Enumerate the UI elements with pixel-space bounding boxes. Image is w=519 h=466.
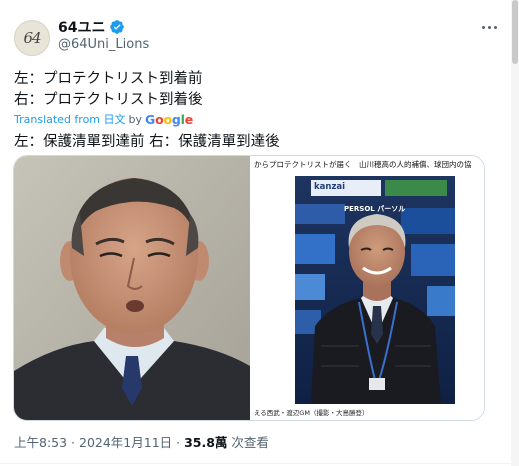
tweet-footer: 上午8:53 · 2024年1月11日 · 35.8萬 次查看 (14, 432, 269, 451)
google-logo: Google (145, 112, 193, 127)
separator: · (172, 435, 185, 450)
display-name[interactable]: 64ユニ (58, 17, 105, 37)
tweet-text-line-1: 左：プロテクトリスト到着前 (14, 71, 203, 87)
avatar[interactable]: 64 (14, 20, 50, 56)
google-letter: o (163, 111, 172, 127)
scrollbar[interactable] (511, 0, 519, 466)
tweet-time[interactable]: 上午8:53 (14, 435, 67, 450)
verified-badge-icon (110, 19, 125, 34)
tweet-header: 64ユニ @64Uni_Lions (58, 17, 149, 53)
translation-attribution: Translated from 日文 by Google (14, 111, 193, 127)
google-letter: G (145, 111, 156, 127)
photo-right[interactable] (251, 156, 485, 421)
more-options-icon[interactable] (482, 20, 504, 34)
views-label: 次查看 (227, 435, 269, 450)
translated-from-link[interactable]: Translated from 日文 (14, 111, 126, 127)
right-photo-credit: える西武・渡辺GM（撮影・大島勝登） (254, 409, 369, 417)
separator: · (67, 435, 79, 450)
google-letter: g (171, 111, 181, 127)
avatar-logo: 64 (23, 29, 41, 47)
translated-text: 左：保護清單到達前 右：保護清單到達後 (14, 134, 280, 150)
photo-left[interactable] (14, 156, 250, 421)
media-grid: からプロテクトリストが届く 山川穂高の人的補償、球団内の協 kanzai PER… (13, 155, 485, 421)
divider (0, 463, 511, 464)
views-count: 35.8萬 (184, 435, 228, 450)
tweet-date[interactable]: 2024年1月11日 (79, 435, 172, 450)
google-letter: e (184, 111, 193, 127)
sponsor-persol: PERSOL パーソル (344, 205, 406, 213)
tweet: 64 64ユニ @64Uni_Lions 左：プロテクトリスト到着前 右：プロテ… (0, 0, 519, 466)
scrollbar-thumb[interactable] (512, 0, 518, 64)
tweet-text-line-2: 右：プロテクトリスト到着後 (14, 92, 203, 108)
handle[interactable]: @64Uni_Lions (58, 37, 149, 52)
right-photo-caption: からプロテクトリストが届く 山川穂高の人的補償、球団内の協 (254, 160, 472, 169)
sponsor-kanzai: kanzai (314, 182, 346, 192)
translated-by-label: by (128, 112, 143, 126)
